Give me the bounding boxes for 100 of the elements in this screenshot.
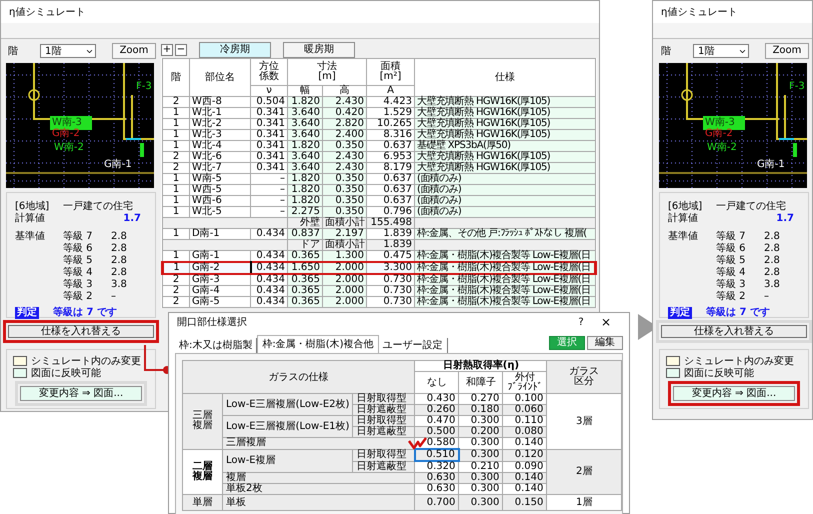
table-row[interactable]: 2 W北-6 0.341 3.640 2.430 6.953 大壁充填断熱 HGW16K(厚105) <box>162 152 596 162</box>
table-row[interactable]: 1 W北-1 0.341 3.640 0.420 1.529 大壁充填断熱 HGW16K(厚105) <box>162 108 596 118</box>
table-row[interactable]: 1 D南-1 0.434 0.837 2.197 1.839 枠:金属、その他 戸:ﾌﾗｯｼｭ ﾎﾟｽﾄなし 複層( <box>162 228 596 240</box>
grade-value: 2.8 <box>764 243 780 255</box>
rate-value[interactable]: 0.110 <box>502 416 547 426</box>
rate-value[interactable]: 0.140 <box>502 484 547 494</box>
table-row[interactable]: 1 G南-2 0.434 1.650 2.000 3.300 枠:金属・樹脂(木)複合製等 Low-E複層(日 <box>162 262 596 274</box>
rate-value[interactable]: 0.120 <box>502 449 547 461</box>
rate-value[interactable]: 0.260 <box>414 404 459 416</box>
rate-value[interactable]: 0.470 <box>414 416 459 426</box>
zoom-in-button[interactable]: + <box>161 44 173 56</box>
table-row[interactable]: 2 W北-7 0.341 3.640 2.430 8.179 大壁充填断熱 HGW16K(厚105) <box>162 162 596 174</box>
rate-value[interactable]: 0.140 <box>502 438 547 449</box>
rate-value[interactable]: 0.510 <box>414 449 459 461</box>
grade-value: – <box>764 291 769 303</box>
rate-value[interactable]: 0.700 <box>414 494 459 510</box>
column-header: 方位 <box>258 62 280 72</box>
rate-value[interactable]: 0.150 <box>502 494 547 510</box>
table-cell: 2.820 <box>322 118 366 130</box>
table-cell: 枠:金属・樹脂(木)複合製等 Low-E複層(日 <box>414 296 596 308</box>
season-tab[interactable]: 暖房期 <box>283 42 355 58</box>
table-row[interactable]: 1 W北-3 0.341 3.640 2.400 8.316 大壁充填断熱 HGW16K(厚105) <box>162 130 596 140</box>
grade-label: 等級 4 <box>716 267 747 279</box>
verdict-text: 等級は 7 です <box>706 307 770 319</box>
table-row[interactable]: 1 W北-2 0.341 3.640 2.820 10.265 大壁充填断熱 HGW16K(厚105) <box>162 118 596 130</box>
table-row[interactable]: 2 G南-4 0.434 0.365 2.000 0.730 枠:金属・樹脂(木)複合製等 Low-E複層(日 <box>162 286 596 296</box>
apply-changes-button[interactable]: 変更内容 ⇒ 図面... <box>20 386 142 401</box>
column-header: 幅 <box>288 86 322 96</box>
column-header: [m²] <box>378 72 402 82</box>
group-label: 二層 <box>192 462 214 472</box>
rate-value[interactable]: 0.200 <box>458 426 503 438</box>
grade-value: 3.8 <box>764 279 780 291</box>
table-cell: 0.730 <box>366 296 414 308</box>
table-cell: 2 <box>162 162 190 174</box>
table-cell: 0.365 <box>288 286 322 296</box>
rate-value[interactable]: 0.270 <box>458 394 503 404</box>
grade-value: 3.8 <box>111 279 127 291</box>
rate-value[interactable]: 0.500 <box>414 426 459 438</box>
rate-value[interactable]: 0.300 <box>458 438 503 449</box>
season-tab[interactable]: 冷房期 <box>199 42 271 58</box>
rate-value[interactable]: 0.080 <box>502 426 547 438</box>
rate-value[interactable]: 0.630 <box>414 484 459 494</box>
glass-type: Low-E複層 <box>222 449 353 472</box>
swap-spec-button[interactable]: 仕様を入れ替える <box>661 325 807 338</box>
glass-variant: 日射遮蔽型 <box>352 426 415 438</box>
dialog-tab[interactable]: 枠:金属・樹脂(木)複合他 <box>257 335 379 353</box>
table-cell: G南-4 <box>190 286 250 296</box>
plan-label: G南-1 <box>104 159 132 170</box>
floor-select[interactable]: 1階 <box>40 44 96 58</box>
table-cell: 2 <box>162 286 190 296</box>
dialog-button[interactable]: 編集 <box>587 336 623 350</box>
table-cell: 0.350 <box>322 140 366 152</box>
rate-value[interactable]: 0.300 <box>458 472 503 484</box>
table-row[interactable]: 1 W西-5 – 1.820 0.350 0.637 (面積のみ) <box>162 184 596 196</box>
column-header: 和障子 <box>464 378 497 388</box>
floor-label: 階 <box>7 44 19 58</box>
column-header: 階 <box>162 58 190 96</box>
rate-value[interactable]: 0.140 <box>502 472 547 484</box>
rate-value[interactable]: 0.180 <box>458 404 503 416</box>
table-cell: 大壁充填断熱 HGW16K(厚105) <box>414 162 596 174</box>
table-cell: 2 <box>162 96 190 108</box>
table-row[interactable]: 2 W西-8 0.504 1.820 2.430 4.423 大壁充填断熱 HGW16K(厚105) <box>162 96 596 108</box>
calc-label: 計算値 <box>668 213 699 225</box>
table-cell: W北-1 <box>190 108 250 118</box>
grade-label: 等級 4 <box>63 267 94 279</box>
zoom-button[interactable]: Zoom <box>765 43 809 59</box>
table-cell: 大壁充填断熱 HGW16K(厚105) <box>414 118 596 130</box>
building-type: 一戸建ての住宅 <box>63 201 133 213</box>
rate-value[interactable]: 0.300 <box>458 416 503 426</box>
rate-value[interactable]: 0.100 <box>502 394 547 404</box>
table-cell: 大壁充填断熱 HGW16K(厚105) <box>414 130 596 140</box>
swap-spec-button[interactable]: 仕様を入れ替える <box>8 325 154 338</box>
table-row[interactable]: 1 W西-6 – 1.820 0.350 0.637 (面積のみ) <box>162 196 596 206</box>
rate-value[interactable]: 0.300 <box>458 494 503 510</box>
rate-value[interactable]: 0.060 <box>502 404 547 416</box>
floor-select[interactable]: 1階 <box>693 44 749 58</box>
rate-value[interactable]: 0.300 <box>458 484 503 494</box>
rate-value[interactable]: 0.430 <box>414 394 459 404</box>
calc-value: 1.7 <box>776 213 795 225</box>
column-header: 高 <box>322 86 366 96</box>
apply-changes-button[interactable]: 変更内容 ⇒ 図面... <box>673 386 795 401</box>
grade-value: 2.8 <box>764 231 780 243</box>
table-row[interactable]: 2 G南-5 0.434 0.365 2.000 0.730 枠:金属・樹脂(木)複合製等 Low-E複層(日 <box>162 296 596 308</box>
table-cell: 2 <box>162 274 190 286</box>
grade-value: 2.8 <box>111 267 127 279</box>
table-row[interactable]: 1 W南-5 – 1.820 0.350 0.637 (面積のみ) <box>162 174 596 184</box>
table-cell: 1 <box>162 108 190 118</box>
rate-value[interactable]: 0.630 <box>414 472 459 484</box>
glass-type: 三層複層 <box>222 438 415 449</box>
zoom-out-button[interactable]: − <box>175 44 187 56</box>
table-row[interactable]: 1 W北-4 0.341 1.820 0.350 0.637 基礎壁 XPS3bA(厚50) <box>162 140 596 152</box>
close-button[interactable]: × <box>591 313 621 331</box>
table-row[interactable]: 2 G南-3 0.434 0.365 2.000 0.730 枠:金属・樹脂(木)複合製等 Low-E複層(日 <box>162 274 596 286</box>
help-button[interactable]: ? <box>571 314 591 330</box>
standard-label: 基準値 <box>15 231 46 244</box>
grade-label: 等級 7 <box>63 231 94 243</box>
zoom-button[interactable]: Zoom <box>112 43 156 59</box>
table-cell: 3.640 <box>288 130 322 140</box>
column-header: 仕様 <box>414 58 596 96</box>
table-row[interactable]: 1 W北-5 – 2.275 0.350 0.796 (面積のみ) <box>162 206 596 218</box>
